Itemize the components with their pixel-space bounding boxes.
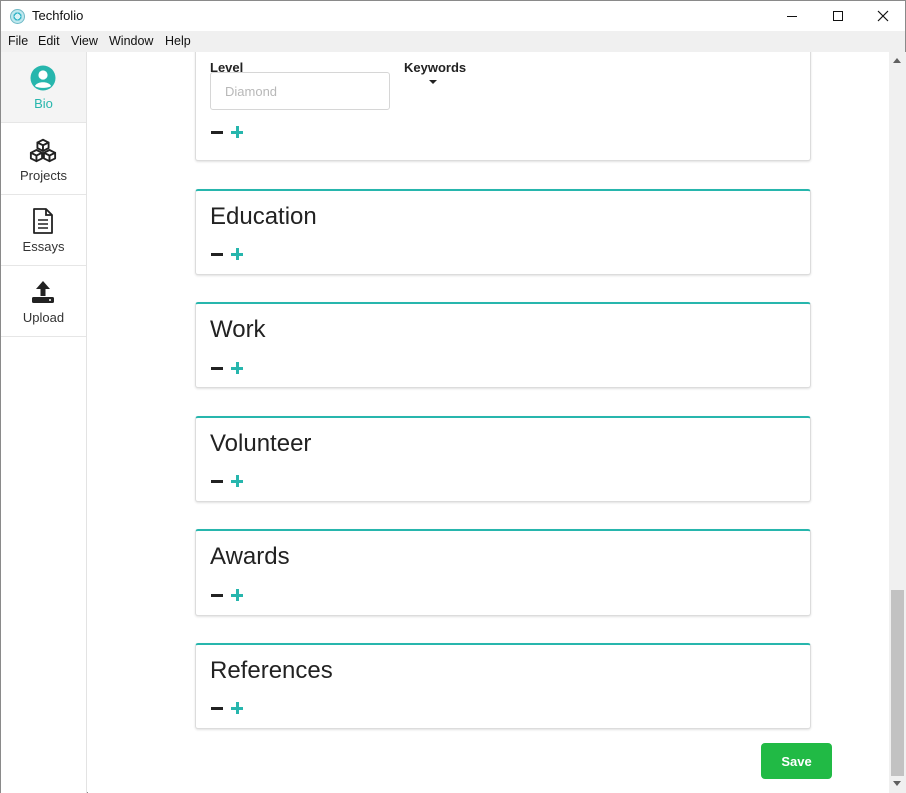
section-controls: [211, 361, 244, 375]
add-button[interactable]: [231, 588, 244, 602]
sidebar-item-label: Upload: [22, 310, 65, 325]
add-button[interactable]: [231, 361, 244, 375]
remove-button[interactable]: [211, 588, 224, 602]
menu-bar: File Edit View Window Help: [1, 31, 905, 52]
menu-help[interactable]: Help: [165, 34, 191, 48]
scroll-down-arrow-icon[interactable]: [893, 781, 901, 786]
maximize-icon: [833, 11, 843, 21]
add-button[interactable]: [231, 701, 244, 715]
sidebar-item-label: Essays: [22, 239, 65, 254]
sidebar-item-label: Bio: [34, 96, 53, 111]
menu-file[interactable]: File: [8, 34, 28, 48]
sidebar-item-upload[interactable]: Upload: [1, 266, 86, 337]
remove-button[interactable]: [211, 247, 224, 261]
keywords-label: Keywords: [404, 60, 467, 75]
app-logo-icon: [10, 9, 25, 24]
main-content: Level Keywords Education Work Vol: [88, 52, 889, 793]
sidebar-item-essays[interactable]: Essays: [1, 195, 86, 266]
close-icon: [877, 10, 889, 22]
cubes-icon: [29, 136, 57, 164]
volunteer-section: Volunteer: [195, 416, 811, 502]
menu-view[interactable]: View: [71, 34, 98, 48]
references-section: References: [195, 643, 811, 729]
sidebar-item-projects[interactable]: Projects: [1, 124, 86, 195]
section-title: References: [210, 657, 333, 684]
section-title: Education: [210, 203, 317, 230]
education-section: Education: [195, 189, 811, 275]
section-controls: [211, 588, 244, 602]
add-button[interactable]: [231, 247, 244, 261]
title-bar: Techfolio: [1, 1, 905, 31]
maximize-button[interactable]: [815, 1, 861, 31]
section-controls: [211, 474, 244, 488]
section-controls: [211, 247, 244, 261]
menu-edit[interactable]: Edit: [38, 34, 60, 48]
remove-button[interactable]: [211, 125, 224, 139]
remove-button[interactable]: [211, 474, 224, 488]
section-title: Awards: [210, 543, 290, 570]
app-window: Techfolio File Edit View Window Help Bio: [0, 0, 906, 793]
skills-card: Level Keywords: [195, 52, 811, 161]
work-section: Work: [195, 302, 811, 388]
save-button[interactable]: Save: [761, 743, 832, 779]
scroll-thumb[interactable]: [891, 590, 904, 776]
sidebar-item-label: Projects: [20, 168, 67, 183]
section-title: Work: [210, 316, 266, 343]
upload-icon: [29, 278, 57, 306]
minimize-button[interactable]: [769, 1, 815, 31]
vertical-scrollbar[interactable]: [889, 52, 906, 793]
window-title: Techfolio: [32, 8, 84, 23]
sidebar-item-bio[interactable]: Bio: [1, 52, 86, 123]
remove-button[interactable]: [211, 361, 224, 375]
remove-button[interactable]: [211, 701, 224, 715]
scroll-up-arrow-icon[interactable]: [893, 58, 901, 63]
skills-controls: [211, 125, 244, 139]
level-input[interactable]: [210, 72, 390, 110]
section-title: Volunteer: [210, 430, 312, 457]
add-button[interactable]: [231, 125, 244, 139]
user-circle-icon: [29, 64, 57, 92]
awards-section: Awards: [195, 529, 811, 616]
add-button[interactable]: [231, 474, 244, 488]
menu-window[interactable]: Window: [109, 34, 153, 48]
sidebar: Bio Projects Essays Upload: [1, 52, 87, 793]
document-icon: [29, 207, 57, 235]
close-button[interactable]: [860, 1, 906, 31]
section-controls: [211, 701, 244, 715]
keywords-dropdown[interactable]: [429, 80, 437, 84]
minimize-icon: [787, 15, 797, 17]
